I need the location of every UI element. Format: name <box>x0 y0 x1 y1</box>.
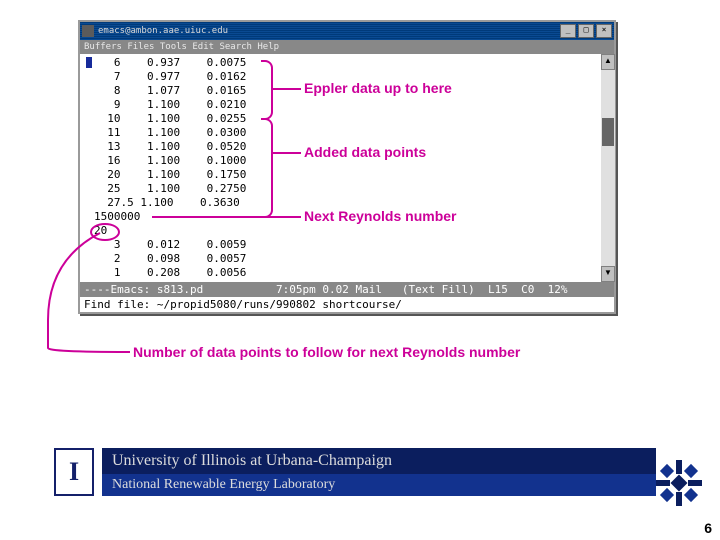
close-button[interactable]: × <box>596 24 612 38</box>
leader-added <box>273 152 301 154</box>
window-title: emacs@ambon.aae.uiuc.edu <box>98 26 558 36</box>
scroll-track[interactable] <box>601 70 615 266</box>
uiuc-logo: I <box>54 448 94 496</box>
emacs-modeline: ----Emacs: s813.pd 7:05pm 0.02 Mail (Tex… <box>80 282 614 297</box>
annotation-added: Added data points <box>304 144 426 160</box>
emacs-window: emacs@ambon.aae.uiuc.edu _ □ × Buffers F… <box>78 20 616 314</box>
scroll-thumb[interactable] <box>602 118 614 146</box>
leader-reynolds <box>152 216 301 218</box>
maximize-button[interactable]: □ <box>578 24 594 38</box>
scroll-down-button[interactable]: ▼ <box>601 266 615 282</box>
page-number: 6 <box>704 520 712 536</box>
footer-banner: I University of Illinois at Urbana-Champ… <box>54 448 656 496</box>
sysmenu-icon[interactable] <box>82 25 94 37</box>
editor-scrollbar[interactable]: ▲ ▼ <box>601 54 615 282</box>
leader-eppler <box>273 88 301 90</box>
nrel-icon <box>656 460 702 506</box>
editor-cursor <box>86 57 92 68</box>
brace-added <box>261 118 273 218</box>
emacs-menubar[interactable]: Buffers Files Tools Edit Search Help <box>80 40 614 54</box>
brace-eppler <box>261 60 273 120</box>
annotation-reynolds: Next Reynolds number <box>304 208 456 224</box>
footer-nrel: National Renewable Energy Laboratory <box>102 474 656 496</box>
annotation-eppler: Eppler data up to here <box>304 80 452 96</box>
scroll-up-button[interactable]: ▲ <box>601 54 615 70</box>
footer-uiuc: University of Illinois at Urbana-Champai… <box>102 448 656 474</box>
minimize-button[interactable]: _ <box>560 24 576 38</box>
annotation-count: Number of data points to follow for next… <box>133 344 520 360</box>
window-titlebar: emacs@ambon.aae.uiuc.edu _ □ × <box>80 22 614 40</box>
emacs-minibuffer[interactable]: Find file: ~/propid5080/runs/990802 shor… <box>80 297 614 312</box>
